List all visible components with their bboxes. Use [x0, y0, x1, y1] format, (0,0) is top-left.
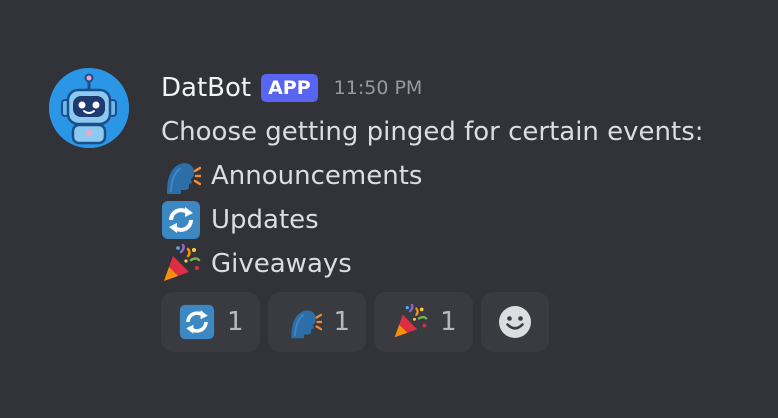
reaction-giveaways[interactable]: 1	[374, 292, 473, 352]
chat-message: DatBot APP 11:50 PM Choose getting pinge…	[0, 0, 778, 418]
reaction-count: 1	[333, 307, 351, 337]
reaction-count: 1	[440, 307, 457, 337]
smiley-icon	[498, 306, 531, 338]
party-popper-icon	[161, 242, 205, 286]
role-line-announcements: Announcements	[161, 154, 761, 198]
message-content: DatBot APP 11:50 PM Choose getting pinge…	[161, 66, 761, 286]
reaction-bar: 1 1 1	[161, 292, 549, 352]
reaction-updates[interactable]: 1	[161, 292, 260, 352]
robot-icon	[49, 68, 129, 148]
speaking-head-icon	[161, 154, 205, 198]
app-badge: APP	[261, 74, 318, 102]
bot-avatar[interactable]	[49, 68, 129, 148]
refresh-arrows-icon	[161, 198, 205, 242]
message-timestamp[interactable]: 11:50 PM	[334, 77, 423, 99]
author-username[interactable]: DatBot	[161, 73, 251, 103]
reaction-announcements[interactable]: 1	[267, 292, 367, 352]
add-reaction-button[interactable]	[480, 292, 549, 352]
party-popper-icon	[390, 302, 430, 342]
refresh-arrows-icon	[177, 302, 217, 342]
role-line-updates: Updates	[161, 198, 761, 242]
reaction-count: 1	[227, 307, 244, 337]
speaking-head-icon	[284, 302, 324, 342]
role-line-giveaways: Giveaways	[161, 242, 761, 286]
message-header: DatBot APP 11:50 PM	[161, 66, 761, 110]
message-intro: Choose getting pinged for certain events…	[161, 117, 704, 147]
